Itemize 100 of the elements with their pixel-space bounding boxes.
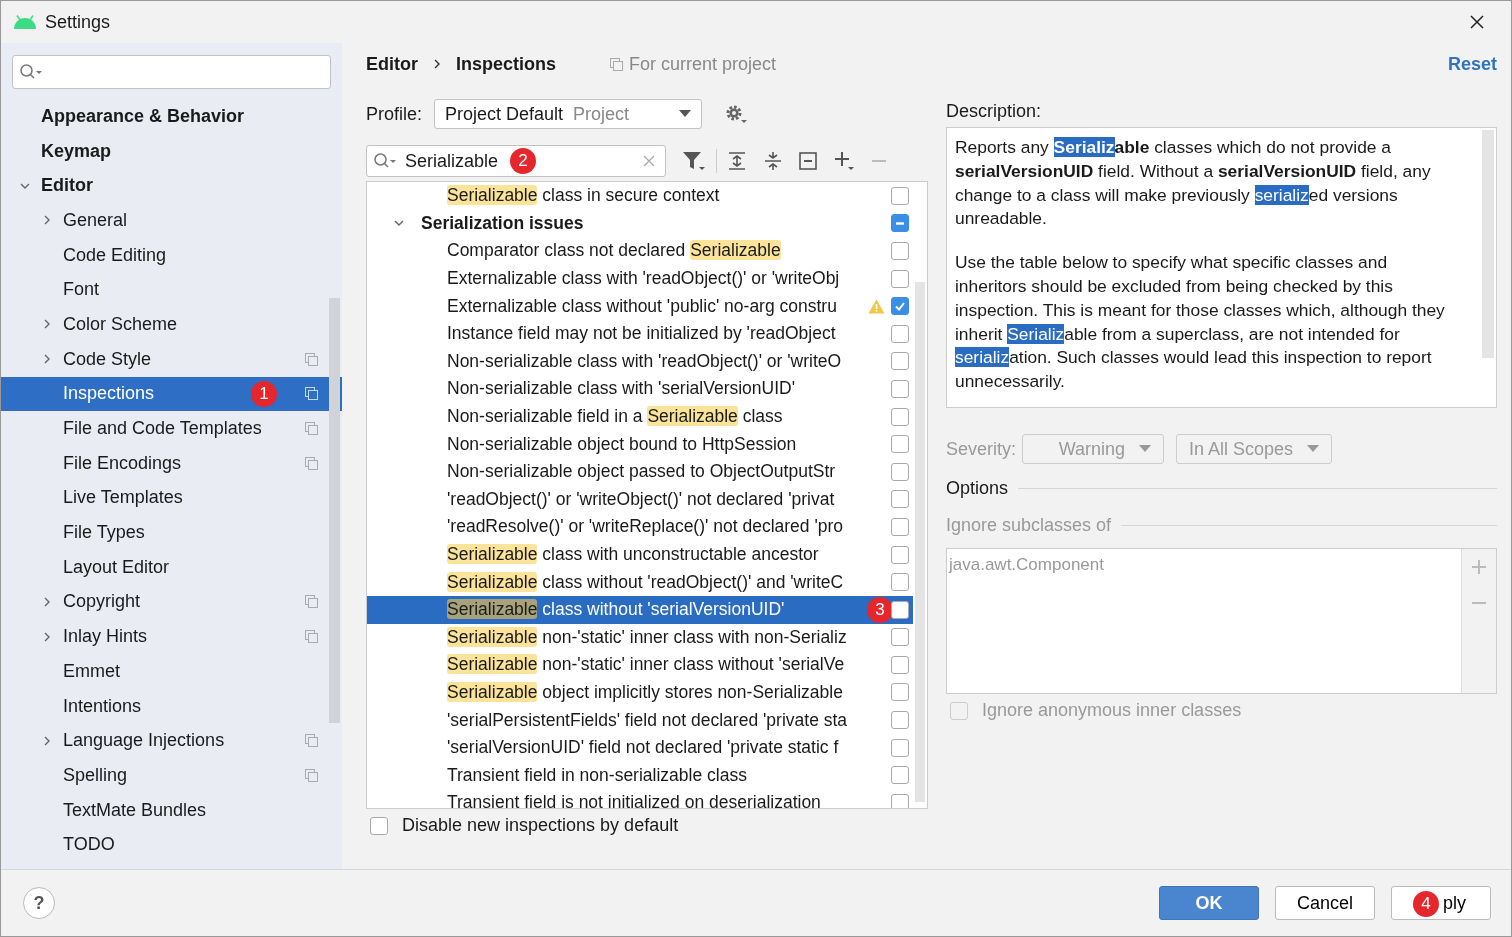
- sidebar-item[interactable]: Language Injections: [1, 723, 342, 759]
- checkbox[interactable]: [891, 214, 909, 233]
- sidebar-item[interactable]: File Types: [1, 515, 342, 550]
- sidebar-item[interactable]: File and Code Templates: [1, 411, 342, 446]
- inspection-row[interactable]: Serializable class without 'serialVersionUID' 3: [367, 595, 913, 624]
- inspection-row[interactable]: Externalizable class with 'readObject()' or 'writeObj: [367, 264, 913, 293]
- reset-link[interactable]: Reset: [1447, 53, 1497, 75]
- inspection-row[interactable]: Transient field is not initialized on deserialization: [367, 789, 913, 808]
- sidebar-item[interactable]: TODO: [1, 827, 342, 863]
- checkbox[interactable]: [891, 407, 909, 426]
- checkbox[interactable]: [891, 683, 909, 702]
- caret-icon: [679, 110, 692, 118]
- checkbox[interactable]: [891, 242, 909, 260]
- inspection-row[interactable]: Non-serializable object passed to ObjectOutputStr: [367, 457, 913, 486]
- scrollbar[interactable]: [329, 298, 340, 723]
- checkbox[interactable]: [891, 711, 909, 730]
- add-icon[interactable]: [833, 150, 855, 172]
- filter-icon[interactable]: [682, 150, 706, 172]
- clear-icon[interactable]: [643, 155, 655, 167]
- cancel-button[interactable]: Cancel: [1275, 886, 1375, 920]
- profile-dropdown[interactable]: Project Default Project: [434, 99, 703, 129]
- description-label: Description:: [946, 101, 1043, 122]
- inspection-row[interactable]: Serializable class without 'readObject()' and 'writeC: [367, 568, 913, 596]
- inspection-label: Non-serializable class with 'readObject()' or 'writeO: [447, 350, 843, 372]
- inspection-row[interactable]: 'serialPersistentFields' field not declared 'private sta: [367, 706, 913, 734]
- checkbox-label: Ignore anonymous inner classes: [982, 700, 1242, 721]
- checkbox[interactable]: [891, 352, 909, 371]
- sidebar-item[interactable]: Code Editing: [1, 237, 342, 273]
- breadcrumb-item[interactable]: Inspections: [456, 53, 557, 75]
- filter-search-field[interactable]: Serializable 2: [366, 145, 666, 177]
- expand-all-icon[interactable]: [727, 151, 747, 171]
- breadcrumb-item[interactable]: Editor: [366, 53, 418, 75]
- sidebar-item[interactable]: Appearance & Behavior: [1, 99, 342, 134]
- sidebar-item[interactable]: TextMate Bundles: [1, 792, 342, 828]
- checkbox[interactable]: [891, 379, 909, 398]
- inspection-row[interactable]: 'readObject()' or 'writeObject()' not declared 'privat: [367, 485, 913, 514]
- checkbox[interactable]: [891, 186, 909, 205]
- inspection-row[interactable]: Instance field may not be initialized by 'readObject: [367, 319, 913, 348]
- scrollbar[interactable]: [915, 282, 925, 802]
- inspection-row[interactable]: Externalizable class without 'public' no-arg constru: [367, 292, 913, 320]
- ignore-subclasses-heading: Ignore subclasses of: [946, 515, 1112, 536]
- checkbox[interactable]: [891, 600, 909, 619]
- checkbox[interactable]: [891, 628, 909, 647]
- collapse-all-icon[interactable]: [763, 151, 783, 171]
- step-badge: 3: [867, 596, 893, 623]
- sidebar-item[interactable]: Inspections 1: [1, 376, 342, 412]
- scrollbar[interactable]: [1482, 130, 1494, 358]
- checkbox[interactable]: [891, 517, 909, 536]
- sidebar-item[interactable]: Keymap: [1, 133, 342, 169]
- ok-button[interactable]: OK: [1159, 886, 1259, 920]
- checkbox[interactable]: [370, 816, 388, 835]
- inspection-row[interactable]: Transient field in non-serializable class: [367, 761, 913, 790]
- checkbox[interactable]: [891, 297, 909, 316]
- sidebar-item[interactable]: Editor: [1, 168, 342, 204]
- sidebar-item[interactable]: General: [1, 203, 342, 238]
- help-button[interactable]: ?: [23, 887, 55, 919]
- sidebar-item[interactable]: Live Templates: [1, 480, 342, 516]
- inspection-row[interactable]: Comparator class not declared Serializable: [367, 237, 913, 265]
- inspection-row[interactable]: Serializable non-'static' inner class with non-Serializ: [367, 623, 913, 652]
- inspection-row[interactable]: Non-serializable class with 'serialVersionUID': [367, 375, 913, 403]
- checkbox[interactable]: [891, 738, 909, 757]
- inspection-row[interactable]: Non-serializable object bound to HttpSession: [367, 430, 913, 458]
- collapse-icon[interactable]: [799, 152, 817, 170]
- sidebar-item[interactable]: File Encodings: [1, 445, 342, 481]
- inspection-row[interactable]: 'serialVersionUID' field not declared 'private static f: [367, 733, 913, 762]
- checkbox[interactable]: [891, 766, 909, 785]
- inspection-row[interactable]: Serializable object implicitly stores non-Serializable: [367, 678, 913, 707]
- sidebar-item[interactable]: Copyright: [1, 584, 342, 620]
- checkbox[interactable]: [891, 435, 909, 454]
- inspection-group[interactable]: Serialization issues: [367, 209, 913, 238]
- description-text: Use the table below to specify what specific classes and inheritors should be excluded from being checked by this inspection. This is meant for those classes which, although they inherit Serializable from a superclass, are not intended for serialization. Such classes would lead this inspection to report unnecessarily.: [955, 251, 1446, 394]
- inspection-row[interactable]: Serializable non-'static' inner class without 'serialVe: [367, 651, 913, 679]
- inspection-row[interactable]: Non-serializable class with 'readObject()' or 'writeO: [367, 347, 913, 376]
- search-field[interactable]: [12, 55, 331, 89]
- sidebar-item[interactable]: Color Scheme: [1, 307, 342, 342]
- gear-icon[interactable]: [724, 103, 749, 125]
- sidebar-item[interactable]: Layout Editor: [1, 549, 342, 585]
- inspection-row[interactable]: Serializable class with unconstructable ancestor: [367, 540, 913, 569]
- inspection-label: Serializable class with unconstructable ancestor: [447, 544, 820, 565]
- sidebar-item[interactable]: Inlay Hints: [1, 619, 342, 654]
- inspection-label: Non-serializable field in a Serializable class: [447, 406, 784, 428]
- checkbox[interactable]: [891, 269, 909, 288]
- close-icon[interactable]: [1469, 14, 1485, 30]
- inspection-label: Serializable class without 'readObject()' and 'writeC: [447, 571, 845, 593]
- checkbox[interactable]: [891, 655, 909, 674]
- inspection-row[interactable]: 'readResolve()' or 'writeReplace()' not declared 'pro: [367, 513, 913, 541]
- sidebar-item[interactable]: Emmet: [1, 654, 342, 689]
- sidebar-item[interactable]: Spelling: [1, 758, 342, 793]
- checkbox[interactable]: [891, 793, 909, 808]
- sidebar-item[interactable]: Intentions: [1, 688, 342, 724]
- checkbox[interactable]: [891, 573, 909, 592]
- sidebar-item[interactable]: Font: [1, 272, 342, 308]
- sidebar-item[interactable]: Code Style: [1, 341, 342, 377]
- checkbox[interactable]: [891, 324, 909, 343]
- checkbox[interactable]: [891, 490, 909, 509]
- inspection-row[interactable]: Non-serializable field in a Serializable class: [367, 402, 913, 431]
- checkbox[interactable]: [891, 545, 909, 564]
- checkbox[interactable]: [891, 462, 909, 481]
- inspection-row[interactable]: Serializable class in secure context: [367, 182, 913, 210]
- checkmark-icon: [895, 301, 905, 311]
